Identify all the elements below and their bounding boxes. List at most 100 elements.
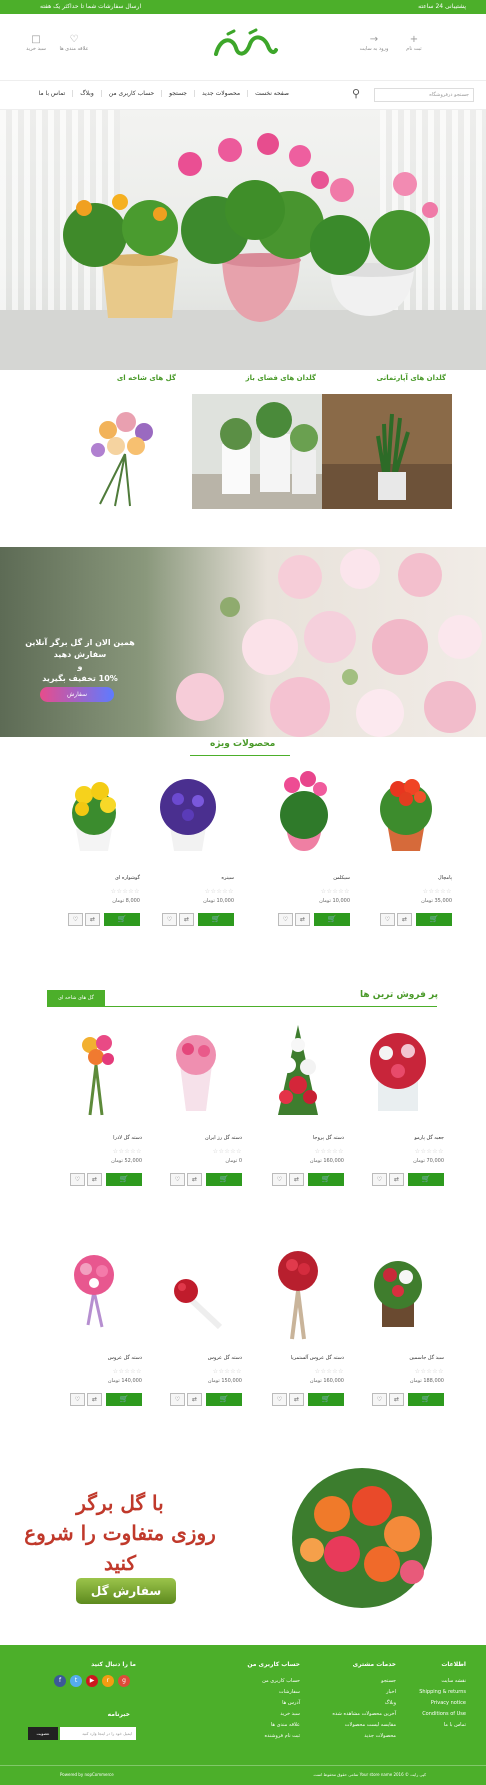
product-name[interactable]: سبد گل جاسمین bbox=[409, 1355, 444, 1361]
category-title-apartment[interactable]: گلدان های آپارتمانی bbox=[377, 374, 446, 382]
product-image[interactable] bbox=[150, 1015, 242, 1125]
footer-link[interactable]: ثبت نام فروشنده bbox=[230, 1731, 300, 1742]
product-image[interactable] bbox=[142, 755, 234, 865]
category-title-outdoor[interactable]: گلدان های فضای باز bbox=[246, 374, 316, 382]
add-to-cart-button[interactable]: 🛒 bbox=[106, 1173, 142, 1186]
wishlist-link[interactable]: ♡ علاقه مندی ها bbox=[52, 34, 96, 52]
add-to-cart-button[interactable]: 🛒 bbox=[104, 913, 140, 926]
product-image[interactable] bbox=[50, 1235, 142, 1345]
compare-button[interactable]: ⇄ bbox=[289, 1173, 304, 1186]
product-name[interactable]: گوشواره ای bbox=[115, 875, 140, 881]
add-to-cart-button[interactable]: 🛒 bbox=[308, 1393, 344, 1406]
footer-link[interactable]: حساب کاربری من bbox=[230, 1676, 300, 1687]
compare-button[interactable]: ⇄ bbox=[289, 1393, 304, 1406]
hero-slider[interactable] bbox=[0, 110, 486, 370]
product-name[interactable]: جعبه گل پارمو bbox=[414, 1135, 444, 1141]
promo-banner[interactable]: همین الان از گل برگر آنلاین سفارش دهید و… bbox=[0, 547, 486, 737]
wishlist-button[interactable]: ♡ bbox=[70, 1173, 85, 1186]
wishlist-button[interactable]: ♡ bbox=[272, 1173, 287, 1186]
footer-link[interactable]: Privacy notice bbox=[406, 1698, 466, 1709]
facebook-icon[interactable]: f bbox=[54, 1675, 66, 1687]
wishlist-button[interactable]: ♡ bbox=[272, 1393, 287, 1406]
menu-new-products[interactable]: محصولات جدید bbox=[194, 90, 247, 97]
product-name[interactable]: دسته گل رز ایران bbox=[205, 1135, 242, 1141]
wishlist-button[interactable]: ♡ bbox=[278, 913, 293, 926]
twitter-icon[interactable]: t bbox=[70, 1675, 82, 1687]
footer-link[interactable]: نقشه سایت bbox=[406, 1676, 466, 1687]
footer-link[interactable]: سبد خرید bbox=[230, 1709, 300, 1720]
product-card[interactable]: سیکلمن ☆☆☆☆☆ 10,000 تومان 🛒 ⇄ ♡ bbox=[258, 755, 350, 930]
compare-button[interactable]: ⇄ bbox=[87, 1173, 102, 1186]
add-to-cart-button[interactable]: 🛒 bbox=[106, 1393, 142, 1406]
menu-contact[interactable]: تماس با ما bbox=[32, 90, 73, 97]
rss-icon[interactable]: r bbox=[102, 1675, 114, 1687]
order-flower-button[interactable]: سفارش گل bbox=[76, 1578, 176, 1604]
banner-order-button[interactable]: سفارش bbox=[40, 687, 114, 702]
category-title-branch[interactable]: گل های شاخه ای bbox=[117, 374, 176, 382]
register-link[interactable]: + ثبت نام bbox=[392, 34, 436, 52]
add-to-cart-button[interactable]: 🛒 bbox=[408, 1173, 444, 1186]
product-image[interactable] bbox=[352, 1235, 444, 1345]
add-to-cart-button[interactable]: 🛒 bbox=[408, 1393, 444, 1406]
product-name[interactable]: دسته گل عروس آلستمریا bbox=[291, 1355, 344, 1361]
newsletter-email-input[interactable]: ایمیل خود را در اینجا وارد کنید bbox=[60, 1727, 136, 1740]
category-image-branch[interactable] bbox=[60, 394, 190, 509]
footer-link[interactable]: وبلاگ bbox=[316, 1698, 396, 1709]
add-to-cart-button[interactable]: 🛒 bbox=[198, 913, 234, 926]
product-name[interactable]: سینره bbox=[221, 875, 234, 881]
footer-link[interactable]: تماس با ما bbox=[406, 1720, 466, 1731]
site-logo[interactable] bbox=[210, 28, 280, 64]
product-card[interactable]: دسته گل رز ایران ☆☆☆☆☆ 0 تومان 🛒 ⇄ ♡ bbox=[150, 1015, 242, 1190]
wishlist-button[interactable]: ♡ bbox=[372, 1173, 387, 1186]
footer-link[interactable]: محصولات جدید bbox=[316, 1731, 396, 1742]
newsletter-subscribe-button[interactable]: عضویت bbox=[28, 1727, 58, 1740]
footer-link[interactable]: جستجو bbox=[316, 1676, 396, 1687]
footer-link[interactable]: علاقه مندی ها bbox=[230, 1720, 300, 1731]
search-icon[interactable]: ⚲ bbox=[352, 87, 360, 100]
search-input[interactable]: جستجو درفروشگاه bbox=[374, 88, 474, 102]
youtube-icon[interactable]: ▶ bbox=[86, 1675, 98, 1687]
compare-button[interactable]: ⇄ bbox=[389, 1173, 404, 1186]
menu-blog[interactable]: وبلاگ bbox=[72, 90, 101, 97]
footer-link[interactable]: Conditions of Use bbox=[406, 1709, 466, 1720]
compare-button[interactable]: ⇄ bbox=[295, 913, 310, 926]
footer-link[interactable]: Shipping & returns bbox=[406, 1687, 466, 1698]
google-plus-icon[interactable]: g bbox=[118, 1675, 130, 1687]
product-name[interactable]: دسته گل پروجا bbox=[313, 1135, 344, 1141]
product-card[interactable]: دسته گل عروس ☆☆☆☆☆ 140,000 تومان 🛒 ⇄ ♡ bbox=[50, 1235, 142, 1410]
product-image[interactable] bbox=[360, 755, 452, 865]
add-to-cart-button[interactable]: 🛒 bbox=[416, 913, 452, 926]
product-image[interactable] bbox=[48, 755, 140, 865]
product-card[interactable]: گوشواره ای ☆☆☆☆☆ 8,000 تومان 🛒 ⇄ ♡ bbox=[48, 755, 140, 930]
product-image[interactable] bbox=[252, 1235, 344, 1345]
product-name[interactable]: دسته گل عروس bbox=[108, 1355, 142, 1361]
footer-link[interactable]: اخبار bbox=[316, 1687, 396, 1698]
wishlist-button[interactable]: ♡ bbox=[170, 1393, 185, 1406]
product-name[interactable]: پامچال bbox=[438, 875, 452, 881]
compare-button[interactable]: ⇄ bbox=[389, 1393, 404, 1406]
wishlist-button[interactable]: ♡ bbox=[170, 1173, 185, 1186]
menu-search[interactable]: جستجو bbox=[161, 90, 194, 97]
product-image[interactable] bbox=[252, 1015, 344, 1125]
wishlist-button[interactable]: ♡ bbox=[70, 1393, 85, 1406]
wishlist-button[interactable]: ♡ bbox=[68, 913, 83, 926]
wishlist-button[interactable]: ♡ bbox=[380, 913, 395, 926]
product-card[interactable]: دسته گل عروس ☆☆☆☆☆ 150,000 تومان 🛒 ⇄ ♡ bbox=[150, 1235, 242, 1410]
wishlist-button[interactable]: ♡ bbox=[372, 1393, 387, 1406]
add-to-cart-button[interactable]: 🛒 bbox=[314, 913, 350, 926]
product-card[interactable]: دسته گل عروس آلستمریا ☆☆☆☆☆ 160,000 توما… bbox=[252, 1235, 344, 1410]
product-name[interactable]: دسته گل عروس bbox=[208, 1355, 242, 1361]
compare-button[interactable]: ⇄ bbox=[85, 913, 100, 926]
login-link[interactable]: → ورود به سایت bbox=[352, 34, 396, 52]
wishlist-button[interactable]: ♡ bbox=[162, 913, 177, 926]
category-image-apartment[interactable] bbox=[322, 394, 452, 509]
product-image[interactable] bbox=[352, 1015, 444, 1125]
category-image-outdoor[interactable] bbox=[192, 394, 322, 509]
footer-link[interactable]: آدرس ها bbox=[230, 1698, 300, 1709]
product-image[interactable] bbox=[258, 755, 350, 865]
footer-link[interactable]: سفارشات bbox=[230, 1687, 300, 1698]
product-card[interactable]: سینره ☆☆☆☆☆ 10,000 تومان 🛒 ⇄ ♡ bbox=[142, 755, 234, 930]
product-card[interactable]: پامچال ☆☆☆☆☆ 35,000 تومان 🛒 ⇄ ♡ bbox=[360, 755, 452, 930]
menu-home[interactable]: صفحه نخست bbox=[247, 90, 296, 97]
add-to-cart-button[interactable]: 🛒 bbox=[206, 1393, 242, 1406]
